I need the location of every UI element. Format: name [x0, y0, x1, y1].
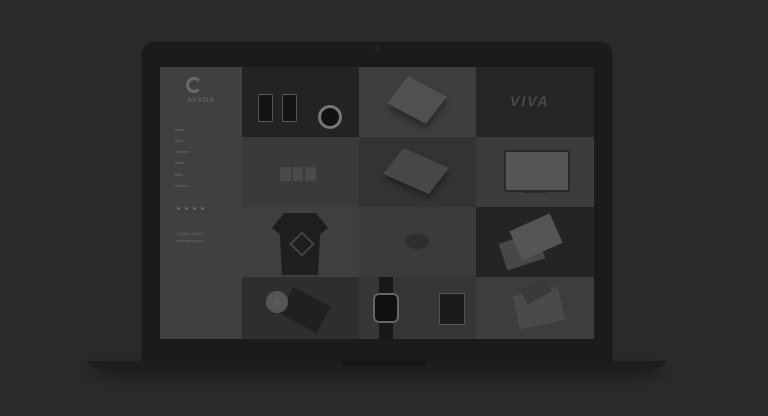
- portfolio-tile-book[interactable]: [359, 67, 476, 137]
- nav-item-about[interactable]: About: [175, 161, 188, 166]
- cd-icon: [266, 291, 288, 313]
- portfolio-tile-envelope[interactable]: [359, 137, 476, 207]
- twitter-icon[interactable]: [185, 207, 188, 210]
- portfolio-tile-cards[interactable]: [242, 137, 359, 207]
- nav-item-blog[interactable]: Blog: [175, 173, 188, 178]
- logo-icon[interactable]: [186, 77, 202, 93]
- smartwatch-icon: [373, 293, 399, 323]
- portfolio-tile-tshirt[interactable]: [242, 207, 359, 277]
- contact-email[interactable]: info@agency.com: [175, 239, 204, 243]
- logo-text[interactable]: AVADA: [174, 97, 228, 104]
- laptop-screen: AVADA Home Work Services About Blog Cont…: [160, 67, 594, 339]
- chat-bubble-icon: [405, 234, 429, 249]
- business-cards-icon: [280, 167, 317, 181]
- camera-icon: [375, 46, 379, 50]
- portfolio-tile-mobile-app[interactable]: [242, 67, 359, 137]
- nav-item-services[interactable]: Services: [175, 150, 188, 155]
- book-icon: [386, 76, 448, 124]
- social-links: [177, 207, 204, 210]
- contact-phone: +1 (555) 123-4567: [175, 232, 204, 236]
- portfolio-tile-logotype[interactable]: VIVA: [476, 67, 594, 137]
- portfolio-tile-cd[interactable]: [242, 277, 359, 339]
- portfolio-tile-watch[interactable]: [359, 277, 476, 339]
- portfolio-tile-magazine[interactable]: [476, 207, 594, 277]
- envelope-icon: [383, 147, 449, 195]
- cd-case-icon: [279, 286, 331, 334]
- portfolio-tile-chat-logo[interactable]: [359, 207, 476, 277]
- nav-item-home[interactable]: Home: [175, 128, 188, 133]
- monitor-stand-icon: [524, 190, 546, 193]
- vinyl-icon: [318, 105, 342, 129]
- facebook-icon[interactable]: [177, 207, 180, 210]
- phone-icon: [282, 94, 297, 122]
- portfolio-tile-website[interactable]: [476, 137, 594, 207]
- nav-item-contact[interactable]: Contact: [175, 184, 188, 189]
- tag-icon: [439, 293, 465, 325]
- portfolio-tile-box[interactable]: [476, 277, 594, 339]
- monitor-icon: [504, 150, 570, 192]
- portfolio-grid: VIVA: [242, 67, 594, 339]
- laptop-notch: [342, 361, 426, 365]
- nav-item-work[interactable]: Work: [175, 139, 188, 144]
- dribbble-icon[interactable]: [201, 207, 204, 210]
- site-nav: Home Work Services About Blog Contact: [175, 128, 188, 196]
- contact-info: +1 (555) 123-4567 info@agency.com: [175, 232, 204, 246]
- phone-icon: [258, 94, 273, 122]
- site-sidebar: AVADA Home Work Services About Blog Cont…: [160, 67, 242, 339]
- laptop-lid: AVADA Home Work Services About Blog Cont…: [141, 41, 613, 363]
- instagram-icon[interactable]: [193, 207, 196, 210]
- brand-word: VIVA: [510, 93, 550, 109]
